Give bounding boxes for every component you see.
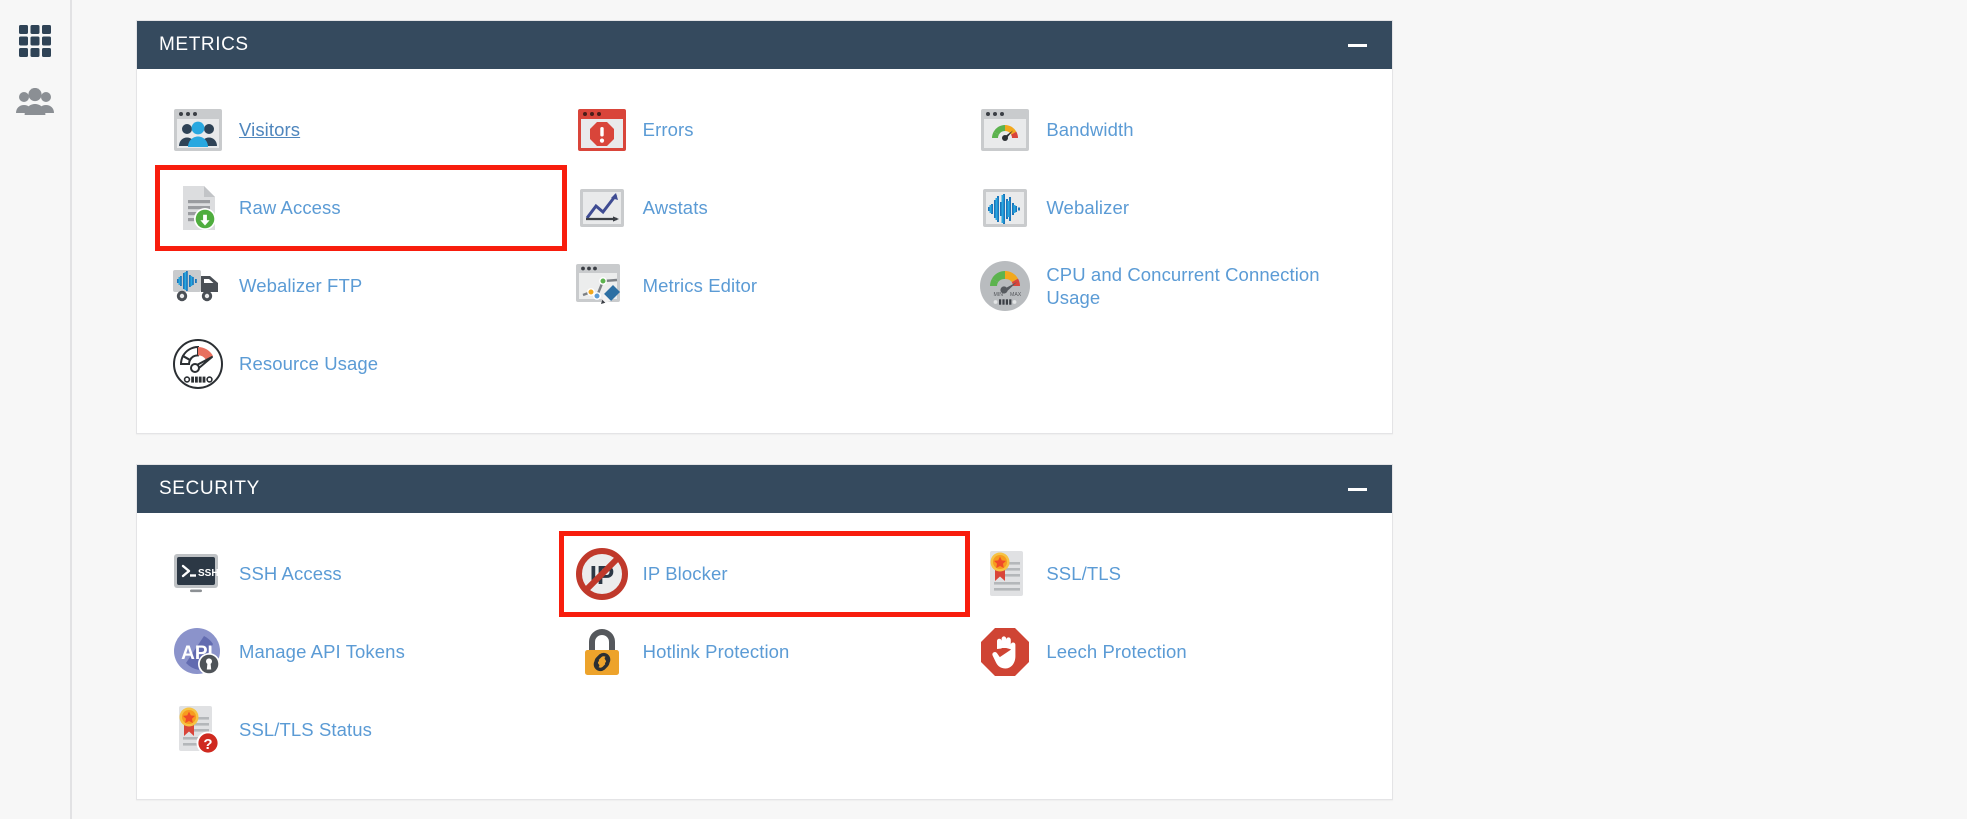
ssl-certificate-icon [978,547,1032,601]
tile-visitors[interactable]: Visitors [159,91,563,169]
panel-metrics-body: Visitors Errors Bandwidth Raw Access Aws… [137,69,1392,433]
panel-security-title: SECURITY [159,478,260,499]
tile-label: SSL/TLS [1046,563,1122,585]
security-tile-grid: SSH SSH Access IP Blocker SSL/TLS API Ma… [159,531,1370,769]
tile-label: CPU and Concurrent Connection Usage [1046,263,1320,308]
bandwidth-icon [978,103,1032,157]
tile-label: Raw Access [239,197,341,219]
tile-label: IP Blocker [642,563,728,585]
webalizer-ftp-icon [171,259,225,313]
tile-label: SSL/TLS Status [239,719,373,741]
panel-security: SECURITY SSH SSH Access IP Blocker SSL/T… [136,464,1393,800]
tile-ssl-tls-status[interactable]: ? SSL/TLS Status [159,691,563,769]
tile-label: Visitors [239,119,301,141]
ssh-terminal-icon: SSH [171,547,225,601]
svg-text:MIN: MIN [994,292,1004,298]
grid-apps-icon [18,24,52,58]
tile-label: Errors [642,119,694,141]
tile-label: Hotlink Protection [642,641,790,663]
tile-manage-api-tokens[interactable]: API Manage API Tokens [159,613,563,691]
awstats-icon [575,181,629,235]
app-root: METRICS Visitors Errors Bandwidth Raw Ac… [0,0,1967,819]
hotlink-padlock-icon [575,625,629,679]
tile-bandwidth[interactable]: Bandwidth [966,91,1370,169]
tile-leech-protection[interactable]: Leech Protection [966,613,1370,691]
tile-hotlink-protection[interactable]: Hotlink Protection [563,613,967,691]
tile-ssl-tls[interactable]: SSL/TLS [966,535,1370,613]
tile-label: SSH Access [239,563,342,585]
tile-awstats[interactable]: Awstats [563,169,967,247]
minus-icon [1347,43,1367,47]
panel-metrics-collapse-button[interactable] [1344,32,1370,58]
tile-ip-blocker[interactable]: IP IP Blocker [558,531,971,617]
visitors-icon [171,103,225,157]
users-group-icon [16,88,54,118]
svg-text:SSH: SSH [198,568,219,579]
tile-resource-usage[interactable]: Resource Usage [159,325,563,403]
cpu-usage-icon: MIN MAX [978,259,1032,313]
tile-webalizer-ftp[interactable]: Webalizer FTP [159,247,563,325]
tile-label: Resource Usage [239,353,379,375]
tile-cpu-connection-usage[interactable]: MIN MAX CPU and Concurrent Connection Us… [966,247,1370,325]
tile-metrics-editor[interactable]: Metrics Editor [563,247,967,325]
sidebar-item-apps-grid[interactable] [5,10,65,72]
resource-usage-icon [171,337,225,391]
metrics-editor-icon [575,259,629,313]
api-token-icon: API [171,625,225,679]
svg-text:?: ? [203,736,212,753]
left-sidebar [0,0,72,819]
panel-metrics: METRICS Visitors Errors Bandwidth Raw Ac… [136,20,1393,434]
tile-label: Leech Protection [1046,641,1187,663]
tile-label: Bandwidth [1046,119,1134,141]
sidebar-item-user-manager[interactable] [5,72,65,134]
minus-icon [1347,487,1367,491]
tile-label: Manage API Tokens [239,641,405,663]
metrics-tile-grid: Visitors Errors Bandwidth Raw Access Aws… [155,91,1370,403]
ssl-status-icon: ? [171,703,225,757]
tile-errors[interactable]: Errors [563,91,967,169]
tile-webalizer[interactable]: Webalizer [966,169,1370,247]
panel-security-body: SSH SSH Access IP Blocker SSL/TLS API Ma… [137,513,1392,799]
tile-ssh-access[interactable]: SSH SSH Access [159,535,563,613]
panel-metrics-header: METRICS [137,21,1392,69]
tile-label: Webalizer FTP [239,275,363,297]
main-content: METRICS Visitors Errors Bandwidth Raw Ac… [72,0,1967,819]
leech-stop-hand-icon [978,625,1032,679]
raw-access-icon [171,181,225,235]
svg-text:MAX: MAX [1010,292,1022,298]
tile-label: Awstats [642,197,708,219]
panel-metrics-title: METRICS [159,34,249,55]
panel-security-header: SECURITY [137,465,1392,513]
tile-label: Webalizer [1046,197,1130,219]
ip-blocker-icon: IP [575,547,629,601]
tile-label: Metrics Editor [642,275,758,297]
webalizer-icon [978,181,1032,235]
panel-security-collapse-button[interactable] [1344,476,1370,502]
tile-raw-access[interactable]: Raw Access [155,165,567,251]
errors-icon [575,103,629,157]
